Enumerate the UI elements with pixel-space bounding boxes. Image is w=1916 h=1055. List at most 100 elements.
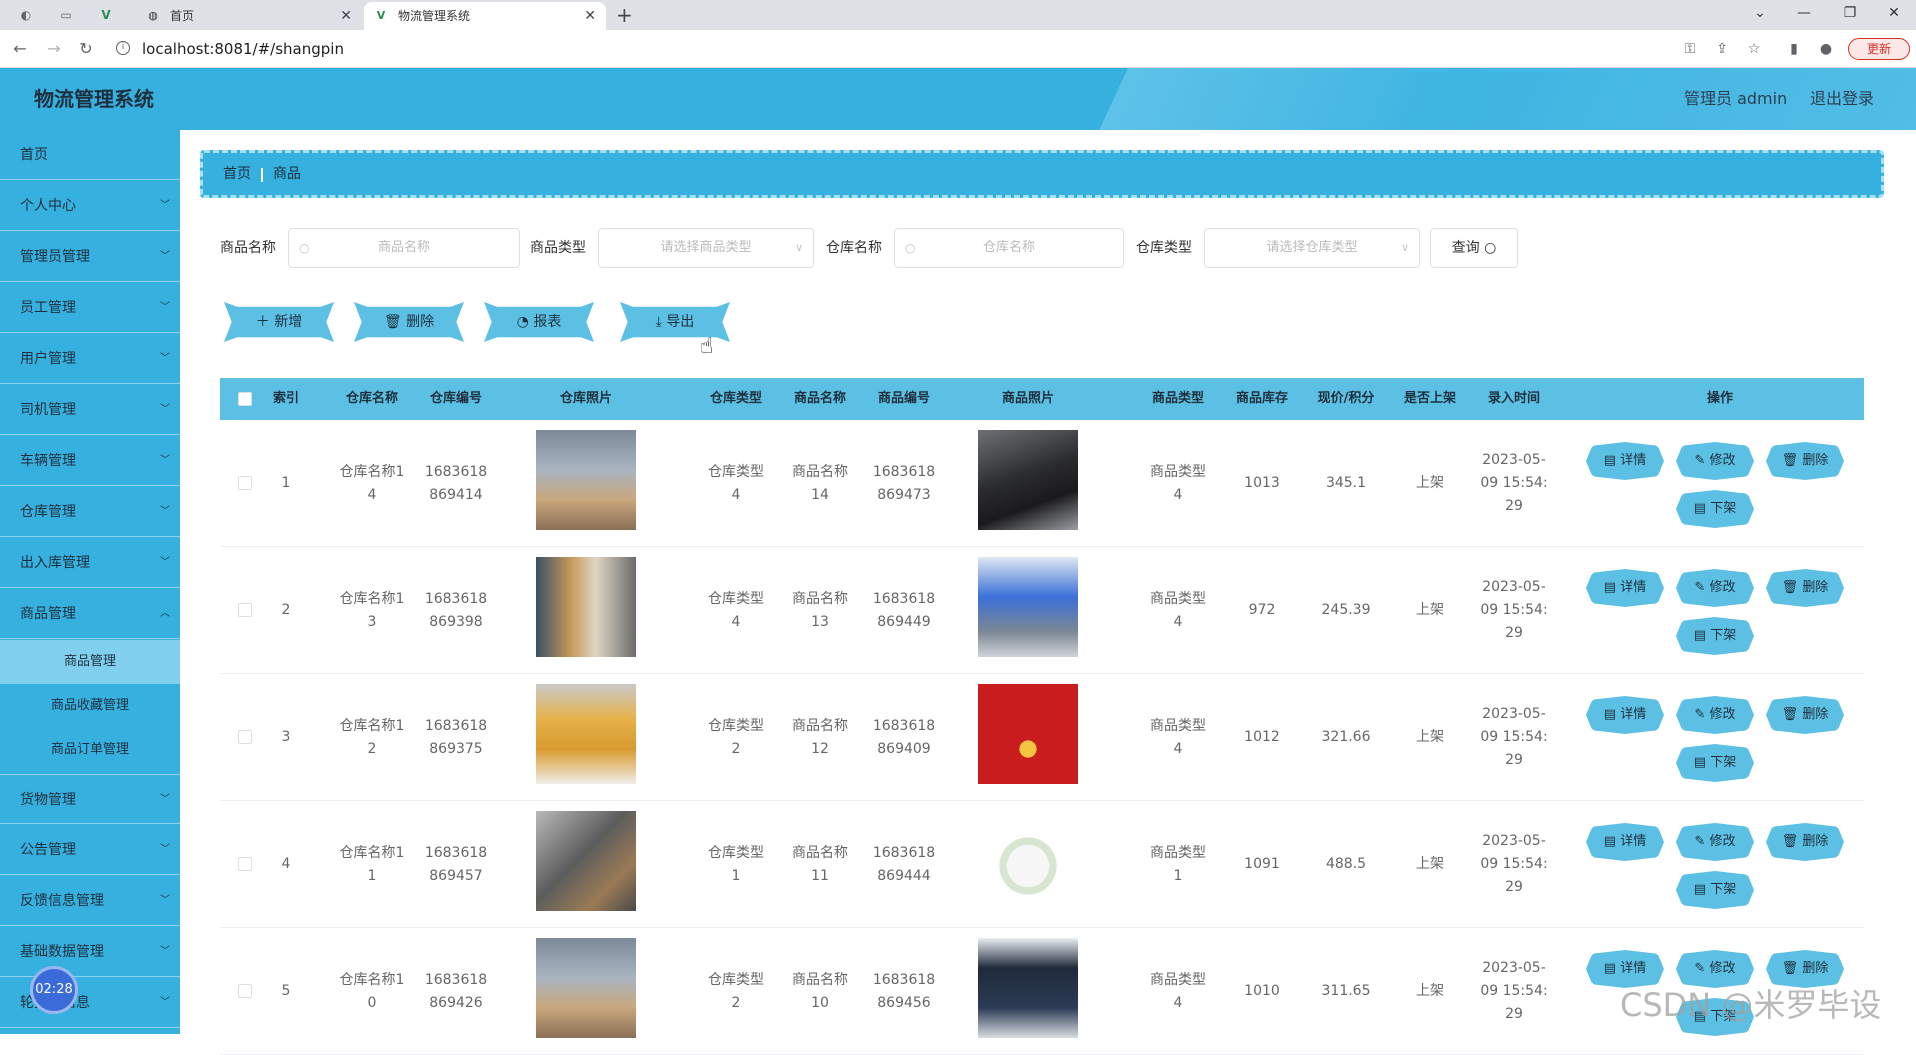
close-icon[interactable]: ✕ [584, 2, 596, 30]
new-tab-button[interactable]: + [616, 2, 633, 28]
product-photo[interactable] [978, 557, 1078, 657]
cell-product-name: 商品名称 12 [774, 674, 866, 801]
url-field[interactable]: i localhost:8081/#/shangpin [108, 34, 1716, 64]
sidebar-item-feedback[interactable]: 反馈信息管理 ﹀ [0, 876, 180, 926]
logout-link[interactable]: 退出登录 [1810, 68, 1874, 130]
sidebar-item-goods[interactable]: 商品管理 ︿ [0, 589, 180, 639]
warehouse-photo[interactable] [536, 811, 636, 911]
sidepanel-icon[interactable]: ▮ [1784, 39, 1804, 59]
delete-button[interactable]: 🗑︎ 删除 [1766, 442, 1844, 480]
sidebar-subitem-goods-orders[interactable]: 商品订单管理 [0, 728, 180, 772]
delete-button[interactable]: 🗑︎ 删除 [1766, 696, 1844, 734]
detail-button[interactable]: ▤ 详情 [1586, 823, 1664, 861]
profile-icon[interactable]: ● [1816, 39, 1836, 59]
row-checkbox[interactable] [238, 603, 252, 617]
sidebar-item-carousel[interactable]: 轮播图信息﹀ [0, 978, 180, 1028]
chevron-down-icon: ﹀ [160, 946, 170, 957]
row-checkbox[interactable] [238, 476, 252, 490]
pencil-icon: ✎ [1694, 961, 1710, 976]
tab-logistics[interactable]: V 物流管理系统 ✕ [364, 2, 606, 30]
row-checkbox[interactable] [238, 857, 252, 871]
product-name-input[interactable]: ○ 商品名称 [288, 228, 520, 268]
sidebar-item-basedata[interactable]: 基础数据管理 ﹀ [0, 927, 180, 977]
sidebar-item-vehicles[interactable]: 车辆管理 ﹀ [0, 436, 180, 486]
sidebar-item-home[interactable]: 首页 [0, 130, 180, 180]
breadcrumb-home[interactable]: 首页 [223, 153, 251, 195]
minimize-icon[interactable]: — [1784, 0, 1824, 30]
unshelve-button[interactable]: ▤ 下架 [1676, 490, 1754, 528]
delete-button[interactable]: 🗑︎ 删除 [1766, 823, 1844, 861]
delete-button[interactable]: 🗑︎ 删除 [1766, 569, 1844, 607]
update-button[interactable]: 更新 [1848, 38, 1910, 60]
cell-price: 345.1 [1300, 420, 1392, 547]
edit-button[interactable]: ✎ 修改 [1676, 823, 1754, 861]
forward-icon[interactable]: → [44, 39, 64, 59]
tab-search-icon[interactable]: ⌄ [1740, 0, 1780, 30]
report-button[interactable]: ◔ 报表 [484, 302, 594, 342]
sidebar-item-cargo[interactable]: 货物管理 ﹀ [0, 774, 180, 824]
button-label: 删除 [1802, 961, 1829, 976]
clock-badge[interactable]: 02:28 [30, 966, 78, 1014]
product-type-select[interactable]: 请选择商品类型 ∨ [598, 228, 814, 268]
warehouse-photo[interactable] [536, 557, 636, 657]
sidebar-item-label: 货物管理 [20, 792, 76, 808]
detail-button[interactable]: ▤ 详情 [1586, 569, 1664, 607]
cell-warehouse-no-line: 1683618 [424, 844, 488, 861]
sidebar-item-label: 用户管理 [20, 351, 76, 367]
chevron-down-icon: ﹀ [160, 404, 170, 415]
sidebar-item-users[interactable]: 用户管理 ﹀ [0, 334, 180, 384]
select-all-checkbox[interactable] [238, 392, 252, 406]
row-checkbox[interactable] [238, 984, 252, 998]
unshelve-button[interactable]: ▤ 下架 [1676, 871, 1754, 909]
edit-button[interactable]: ✎ 修改 [1676, 696, 1754, 734]
sidebar-subitem-goods-favorites[interactable]: 商品收藏管理 [0, 684, 180, 728]
pinned-tab-icon[interactable]: ▭ [58, 7, 74, 23]
sidebar-item-staff[interactable]: 员工管理 ﹀ [0, 283, 180, 333]
sidebar-item-notice[interactable]: 公告管理 ﹀ [0, 825, 180, 875]
vue-favicon-icon[interactable]: V [98, 7, 114, 23]
detail-button[interactable]: ▤ 详情 [1586, 696, 1664, 734]
warehouse-photo[interactable] [536, 684, 636, 784]
star-icon[interactable]: ☆ [1744, 39, 1764, 59]
sidebar-item-drivers[interactable]: 司机管理 ﹀ [0, 385, 180, 435]
product-photo[interactable] [978, 430, 1078, 530]
export-button[interactable]: ⤓ 导出 [620, 302, 730, 342]
share-icon[interactable]: ⇪ [1712, 39, 1732, 59]
product-photo[interactable] [978, 938, 1078, 1038]
info-icon[interactable]: i [116, 41, 130, 55]
restore-icon[interactable]: ❐ [1830, 0, 1870, 30]
browser-tabbar: ◐ ▭ V ◍ 首页 ✕ V 物流管理系统 ✕ + ⌄ — ❐ ✕ [0, 0, 1916, 30]
product-photo[interactable] [978, 811, 1078, 911]
close-icon[interactable]: ✕ [340, 2, 352, 30]
batch-delete-button[interactable]: 🗑︎ 删除 [354, 302, 464, 342]
unshelve-button[interactable]: ▤ 下架 [1676, 617, 1754, 655]
add-button[interactable]: ＋ 新增 [224, 302, 334, 342]
warehouse-photo[interactable] [536, 938, 636, 1038]
trash-icon: 🗑︎ [1781, 834, 1803, 849]
warehouse-name-input[interactable]: ○ 仓库名称 [894, 228, 1124, 268]
back-icon[interactable]: ← [10, 39, 30, 59]
edit-button[interactable]: ✎ 修改 [1676, 569, 1754, 607]
edit-button[interactable]: ✎ 修改 [1676, 442, 1754, 480]
query-button[interactable]: 查询 ○ [1430, 228, 1518, 268]
row-checkbox[interactable] [238, 730, 252, 744]
window-close-icon[interactable]: ✕ [1874, 0, 1914, 30]
warehouse-type-select[interactable]: 请选择仓库类型 ∨ [1204, 228, 1420, 268]
unshelve-button[interactable]: ▤ 下架 [1676, 744, 1754, 782]
cell-warehouse-name: 仓库名称1 2 [326, 674, 418, 801]
tab-home[interactable]: ◍ 首页 ✕ [136, 2, 362, 30]
sidebar-item-admin[interactable]: 管理员管理 ﹀ [0, 232, 180, 282]
warehouse-photo[interactable] [536, 430, 636, 530]
product-photo[interactable] [978, 684, 1078, 784]
sidebar-subitem-goods-manage[interactable]: 商品管理 [0, 640, 180, 684]
sidebar-item-warehouse[interactable]: 仓库管理 ﹀ [0, 487, 180, 537]
browser-menu-icon[interactable]: ◐ [18, 7, 34, 23]
key-icon[interactable]: ⚿ [1680, 39, 1700, 59]
cell-time-line: 29 [1505, 1006, 1523, 1022]
sidebar-item-profile[interactable]: 个人中心 ﹀ [0, 181, 180, 231]
detail-button[interactable]: ▤ 详情 [1586, 442, 1664, 480]
reload-icon[interactable]: ↻ [76, 39, 96, 59]
sidebar-item-inout[interactable]: 出入库管理 ﹀ [0, 538, 180, 588]
breadcrumb-current: 商品 [273, 166, 301, 182]
button-label: 删除 [1802, 707, 1829, 722]
